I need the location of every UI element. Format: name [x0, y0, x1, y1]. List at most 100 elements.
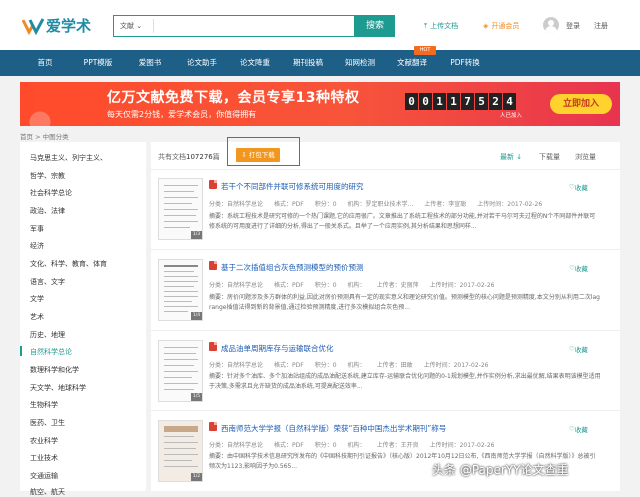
counter-digit: 2 — [489, 93, 502, 110]
total-count: 共有文档107276篇 — [158, 153, 220, 161]
sidebar-item[interactable]: 哲学、宗教 — [30, 171, 65, 181]
pdf-icon — [209, 261, 217, 270]
nav-item-ppt[interactable]: PPT模版 — [72, 50, 124, 76]
doc-thumbnail[interactable]: 1/2 — [158, 420, 203, 482]
sort-views[interactable]: 浏览量 — [575, 152, 596, 162]
upload-icon: ⤒ — [424, 21, 428, 30]
logo-icon — [22, 17, 44, 35]
favorite-button[interactable]: ♡ 收藏 — [569, 424, 588, 434]
promo-banner[interactable]: 亿万文献免费下载，会员专享13种特权 每天仅需2分钱，爱学术会员，你值得拥有 0… — [20, 82, 620, 126]
sidebar-item[interactable]: 文化、科学、教育、体育 — [30, 259, 107, 269]
doc-meta: 分类：自然科学总论 格式：PDF 积分：0 机构： 上传者：田敢 上传时间：2017-02… — [209, 362, 489, 369]
sidebar-item[interactable]: 文学 — [30, 294, 44, 304]
sidebar-item[interactable]: 艺术 — [30, 312, 44, 322]
sidebar-item[interactable]: 医药、卫生 — [30, 418, 65, 428]
nav-item-paper-reduce[interactable]: 论文降重 — [230, 50, 280, 76]
sidebar-item[interactable]: 政治、法律 — [30, 206, 65, 216]
favorite-button[interactable]: ♡ 收藏 — [569, 263, 588, 273]
doc-abstract: 摘要：针对多个油库、多个加油站组成的成品油配送系统,建立库存-运输联合优化问题的… — [209, 373, 601, 390]
pdf-icon — [209, 422, 217, 431]
doc-title[interactable]: 西南师范大学学报（自然科学版）荣获“百种中国杰出学术期刊”称号 — [221, 423, 446, 434]
active-indicator — [20, 346, 22, 356]
sidebar-item[interactable]: 历史、地理 — [30, 330, 65, 340]
nav-item-cnki-check[interactable]: 知网检测 — [336, 50, 384, 76]
banner-decoration — [20, 82, 90, 126]
search-box: 文献 ⌄ — [113, 15, 355, 37]
sidebar-item[interactable]: 社会科学总论 — [30, 188, 72, 198]
document-list: 共有文档107276篇 ⇩ 打包下载 最新 ↓ 下载量 浏览量 1/3 若干个不… — [151, 137, 620, 491]
upload-link[interactable]: ⤒ 上传文档 — [424, 21, 458, 31]
bulk-download-button[interactable]: ⇩ 打包下载 — [236, 148, 280, 162]
favorite-button[interactable]: ♡ 收藏 — [569, 344, 588, 354]
counter-digit: 7 — [461, 93, 474, 110]
doc-abstract: 摘要：房价问题涉及多方群体的利益,因此对房价预测具有一定的现实意义和理论研究价值… — [209, 294, 600, 311]
sidebar-item[interactable]: 农业科学 — [30, 436, 58, 446]
page-tag: 1/2 — [191, 473, 202, 481]
counter-digit: 5 — [475, 93, 488, 110]
sidebar-item-active[interactable]: 自然科学总论 — [30, 347, 72, 357]
doc-abstract: 摘要：系统工程技术是研究可修的一个热门课题,它的应用很广。文章推出了系统工程技术… — [209, 213, 596, 230]
sidebar-item[interactable]: 天文学、地球科学 — [30, 383, 86, 393]
doc-title[interactable]: 成品油单周期库存与运输联合优化 — [221, 343, 334, 354]
pdf-icon — [209, 180, 217, 189]
nav-item-paper-assistant[interactable]: 论文助手 — [176, 50, 228, 76]
sidebar-item[interactable]: 生物科学 — [30, 400, 58, 410]
banner-subtitle: 每天仅需2分钱，爱学术会员，你值得拥有 — [107, 110, 257, 119]
counter-digit: 0 — [419, 93, 432, 110]
divider — [151, 410, 620, 411]
divider — [151, 169, 620, 170]
main-nav: 首页 PPT模版 爱图书 论文助手 论文降重 期刊投稿 知网检测 文献翻译 PD… — [0, 50, 640, 76]
counter-label: 人已加入 — [500, 113, 523, 119]
login-link[interactable]: 登录 — [566, 21, 580, 31]
favorite-button[interactable]: ♡ 收藏 — [569, 182, 588, 192]
hot-badge: HOT — [414, 46, 436, 55]
brand-name: 爱学术 — [46, 17, 92, 35]
doc-meta: 分类：自然科学总论 格式：PDF 积分：0 机构： 上传者：王开良 上传时间：2017-0… — [209, 442, 495, 449]
banner-title: 亿万文献免费下载，会员专享13种特权 — [107, 90, 360, 106]
search-button[interactable]: 搜索 — [355, 15, 395, 37]
sort-latest[interactable]: 最新 ↓ — [500, 152, 522, 162]
pdf-icon — [209, 342, 217, 351]
page-tag: 1/3 — [191, 231, 202, 239]
sidebar-item[interactable]: 航空、航天 — [30, 487, 65, 497]
counter-digit: 0 — [405, 93, 418, 110]
nav-item-journal-submit[interactable]: 期刊投稿 — [283, 50, 333, 76]
breadcrumb[interactable]: 首页 > 中图分类 — [20, 131, 69, 141]
nav-item-books[interactable]: 爱图书 — [126, 50, 174, 76]
divider — [151, 249, 620, 250]
sidebar-item[interactable]: 工业技术 — [30, 453, 58, 463]
sidebar-item[interactable]: 军事 — [30, 224, 44, 234]
sidebar-item[interactable]: 语言、文字 — [30, 277, 65, 287]
member-counter: 0 0 1 1 7 5 2 4 — [405, 93, 517, 110]
doc-thumbnail[interactable]: 1/5 — [158, 340, 203, 402]
counter-digit: 1 — [433, 93, 446, 110]
join-button[interactable]: 立即加入 — [550, 94, 612, 114]
nav-item-pdf-convert[interactable]: PDF转换 — [440, 50, 490, 76]
arrow-down-icon: ↓ — [516, 153, 523, 161]
sidebar-item[interactable]: 交通运输 — [30, 471, 58, 481]
sidebar-item[interactable]: 经济 — [30, 241, 44, 251]
page-tag: 1/4 — [191, 312, 202, 320]
sidebar-item[interactable]: 数理科学和化学 — [30, 365, 79, 375]
top-bar: 爱学术 文献 ⌄ 搜索 ⤒ 上传文档 ◈ 开通会员 登录 注册 — [0, 0, 640, 50]
counter-digit: 1 — [447, 93, 460, 110]
logo[interactable]: 爱学术 — [22, 15, 91, 36]
sort-downloads[interactable]: 下载量 — [539, 152, 560, 162]
search-type-select[interactable]: 文献 ⌄ — [114, 19, 154, 33]
vip-link[interactable]: ◈ 开通会员 — [483, 21, 519, 31]
doc-thumbnail[interactable]: 1/4 — [158, 259, 203, 321]
category-sidebar: 马克思主义、列宁主义、 哲学、宗教 社会科学总论 政治、法律 军事 经济 文化、… — [20, 142, 146, 496]
doc-title[interactable]: 基于二次插值组合灰色预测模型的预价预测 — [221, 262, 364, 273]
nav-item-home[interactable]: 首页 — [20, 50, 70, 76]
divider — [151, 330, 620, 331]
page-tag: 1/5 — [191, 393, 202, 401]
register-link[interactable]: 注册 — [594, 21, 608, 31]
watermark: 头条 @PaperYY论文查重 — [432, 463, 569, 477]
avatar[interactable] — [543, 17, 559, 33]
vip-icon: ◈ — [483, 22, 489, 30]
doc-title[interactable]: 若干个不同部件并联可修系统可用度的研究 — [221, 181, 364, 192]
doc-meta: 分类：自然科学总论 格式：PDF 积分：0 机构： 上传者：史丽萍 上传时间：2017-0… — [209, 282, 495, 289]
chevron-down-icon: ⌄ — [136, 22, 143, 30]
doc-thumbnail[interactable]: 1/3 — [158, 178, 203, 240]
sidebar-item[interactable]: 马克思主义、列宁主义、 — [30, 153, 107, 163]
